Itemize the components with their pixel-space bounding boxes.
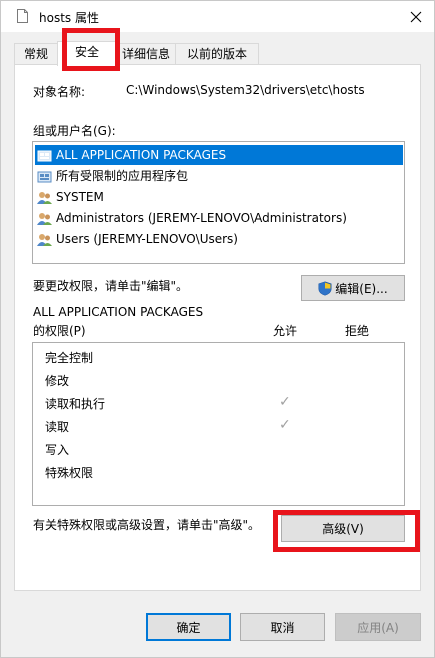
window-title: hosts 属性 (39, 11, 99, 25)
apply-button-label: 应用(A) (357, 620, 399, 635)
permission-row: 特殊权限 (45, 463, 93, 483)
deny-header: 拒绝 (345, 324, 370, 338)
object-name-value: C:\Windows\System32\drivers\etc\hosts (126, 83, 365, 97)
permission-name: 特殊权限 (45, 466, 94, 480)
user-name: Administrators (JEREMY-LENOVO\Administra… (56, 211, 347, 225)
permission-row: 完全控制 (45, 348, 93, 368)
title-bar[interactable]: hosts 属性 (1, 1, 434, 32)
tab-security[interactable]: 安全 (57, 41, 117, 66)
advanced-button[interactable]: 高级(V) (281, 515, 405, 542)
ok-button-label: 确定 (176, 620, 201, 635)
permission-row: 修改 (45, 371, 69, 391)
users-group-icon (37, 212, 52, 225)
permissions-label: 的权限(P) (33, 324, 86, 338)
permission-row: 写入 (45, 440, 69, 460)
tab-previous-versions[interactable]: 以前的版本 (175, 43, 259, 64)
list-item[interactable]: SYSTEM (37, 187, 104, 207)
permission-name: 写入 (45, 443, 70, 457)
list-item[interactable]: Users (JEREMY-LENOVO\Users) (37, 229, 238, 249)
file-icon (17, 9, 28, 23)
object-name-label: 对象名称: (33, 85, 86, 99)
permission-name: 读取 (45, 420, 70, 434)
edit-button-label: 编辑(E)... (335, 281, 388, 296)
shield-icon (318, 280, 332, 296)
tab-general[interactable]: 常规 (14, 43, 58, 64)
permission-row: 读取和执行 (45, 394, 105, 414)
tab-details[interactable]: 详细信息 (116, 43, 176, 64)
properties-window: hosts 属性 常规 安全 详细信息 以前的版本 对象名称: C:\Windo… (0, 0, 435, 658)
permission-row: 读取 (45, 417, 69, 437)
permission-name: 修改 (45, 374, 70, 388)
edit-button[interactable]: 编辑(E)... (301, 275, 405, 301)
apply-button[interactable]: 应用(A) (335, 613, 421, 641)
list-item[interactable]: 所有受限制的应用程序包 (37, 166, 188, 186)
allow-header: 允许 (273, 324, 298, 338)
group-users-label: 组或用户名(G): (33, 124, 116, 138)
ok-button[interactable]: 确定 (146, 613, 231, 641)
package-icon (37, 150, 52, 161)
user-name: SYSTEM (56, 190, 104, 204)
permission-subject: ALL APPLICATION PACKAGES (33, 305, 204, 319)
permission-name: 完全控制 (45, 351, 94, 365)
advanced-button-label: 高级(V) (322, 522, 364, 536)
user-name: Users (JEREMY-LENOVO\Users) (56, 232, 238, 246)
close-icon (410, 11, 421, 22)
users-list[interactable]: ALL APPLICATION PACKAGES 所有受限制的应用程序包 SYS… (32, 141, 405, 264)
security-panel: 对象名称: C:\Windows\System32\drivers\etc\ho… (14, 64, 421, 591)
user-name: 所有受限制的应用程序包 (56, 169, 189, 183)
allow-check-icon: ✓ (279, 417, 291, 433)
allow-check-icon: ✓ (279, 394, 291, 410)
advanced-hint: 有关特殊权限或高级设置，请单击"高级"。 (33, 518, 261, 532)
permissions-list: 完全控制 修改 读取和执行 ✓ 读取 ✓ 写入 特殊权限 (32, 342, 405, 506)
edit-hint: 要更改权限，请单击"编辑"。 (33, 279, 189, 293)
permission-name: 读取和执行 (45, 397, 106, 411)
users-group-icon (37, 191, 52, 204)
package-icon (37, 171, 52, 182)
user-name: ALL APPLICATION PACKAGES (56, 148, 227, 162)
list-item[interactable]: Administrators (JEREMY-LENOVO\Administra… (37, 208, 347, 228)
cancel-button-label: 取消 (270, 620, 295, 635)
close-button[interactable] (397, 1, 434, 32)
list-item[interactable]: ALL APPLICATION PACKAGES (35, 145, 403, 165)
users-group-icon (37, 233, 52, 246)
cancel-button[interactable]: 取消 (240, 613, 325, 641)
